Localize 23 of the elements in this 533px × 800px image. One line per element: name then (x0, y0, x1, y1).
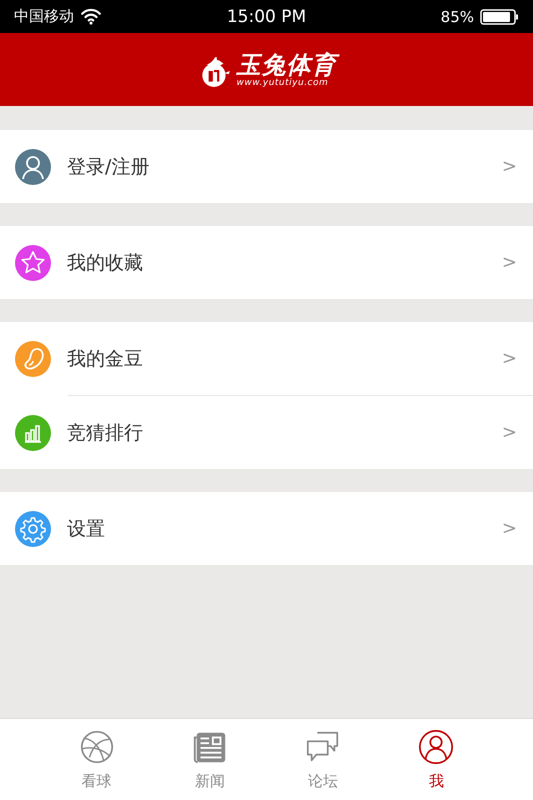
wifi-icon (80, 8, 102, 25)
logo-url: www.yututiyu.com (236, 78, 328, 88)
menu-label: 竞猜排行 (67, 420, 144, 446)
chevron: > (502, 252, 517, 273)
menu-item[interactable]: 竞猜排行 > (68, 395, 533, 469)
menu-item[interactable]: 我的收藏 > (0, 226, 533, 299)
battery-icon (480, 8, 519, 24)
chevron: > (502, 518, 517, 539)
chevron: > (502, 348, 517, 369)
clock-time: 15:00 PM (226, 6, 308, 26)
carrier-label: 中国移动 (14, 7, 74, 26)
menu-item[interactable]: 我的金豆 > (0, 322, 533, 395)
battery-percent: 85% (440, 8, 474, 26)
menu-item[interactable]: 设置 > (0, 492, 533, 565)
tab[interactable]: 我 (380, 719, 493, 800)
menu-item[interactable]: 登录/注册 > (0, 130, 533, 203)
menu-label: 设置 (67, 516, 106, 542)
chevron: > (502, 422, 517, 443)
menu-label: 我的金豆 (67, 346, 144, 372)
chevron: > (502, 156, 517, 177)
person-icon (417, 728, 456, 766)
menu-label: 登录/注册 (67, 154, 150, 180)
menu-label: 我的收藏 (67, 250, 144, 276)
